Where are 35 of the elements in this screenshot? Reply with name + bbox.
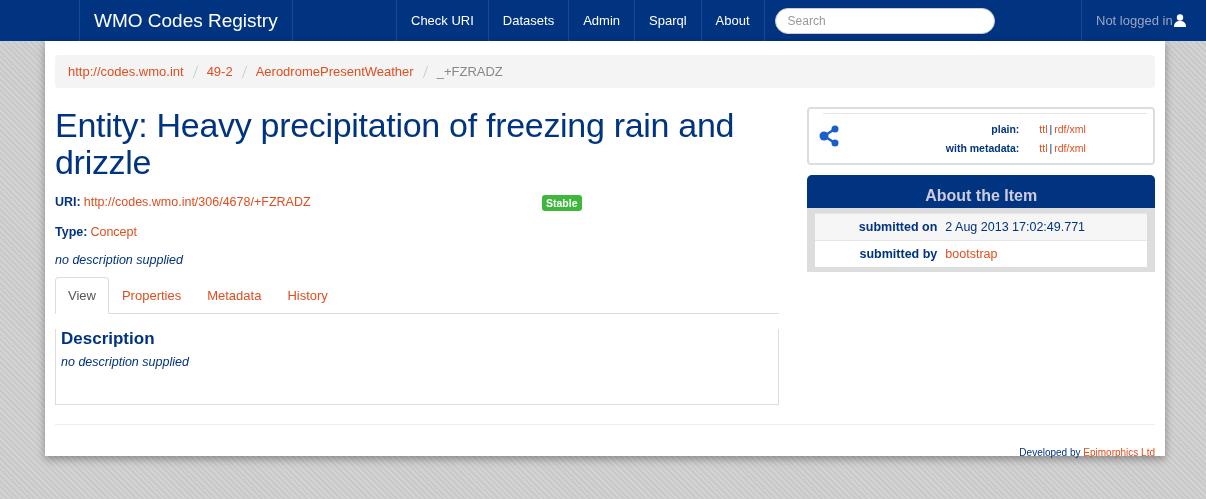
- download-label: plain:: [990, 123, 1020, 135]
- format-link[interactable]: rdf/xml: [1054, 142, 1086, 154]
- entity-title: Entity: Heavy precipitation of freezing rain and drizzle: [55, 107, 736, 181]
- login-status: Not logged in: [1096, 13, 1173, 28]
- row-label: submitted by: [858, 247, 938, 261]
- footer-credit: Developed by Epimorphics Ltd: [1019, 447, 1155, 458]
- search-field[interactable]: Search: [774, 8, 995, 34]
- breadcrumb-current: _+FZRADZ: [436, 64, 503, 79]
- footer-link[interactable]: Epimorphics Ltd: [1083, 447, 1155, 458]
- format-link[interactable]: rdf/xml: [1054, 123, 1086, 135]
- row-value: 2 Aug 2013 17:02:49.771: [945, 220, 1087, 234]
- separator-text: |: [1049, 142, 1053, 154]
- panel-header: About the Item: [807, 175, 1155, 208]
- tab[interactable]: Properties: [108, 277, 195, 314]
- breadcrumb-link[interactable]: AerodromePresentWeather: [255, 64, 414, 79]
- type-link[interactable]: Concept: [90, 225, 137, 239]
- uri-link[interactable]: http://codes.wmo.int/306/4678/+FZRADZ: [83, 195, 311, 209]
- breadcrumb-link[interactable]: 49-2: [206, 64, 233, 79]
- separator-text: |: [1049, 123, 1053, 135]
- format-link[interactable]: ttl: [1039, 142, 1048, 154]
- description-text: no description supplied: [61, 355, 191, 369]
- row-label: submitted on: [857, 220, 938, 234]
- entity-description: no description supplied: [55, 253, 185, 267]
- download-label: with metadata:: [944, 142, 1020, 154]
- format-link[interactable]: ttl: [1039, 123, 1048, 135]
- tab[interactable]: Metadata: [194, 277, 275, 314]
- user-icon[interactable]: [1173, 14, 1186, 27]
- tab[interactable]: History: [274, 277, 341, 314]
- submitter-link[interactable]: bootstrap: [945, 247, 1147, 261]
- field-label: URI:: [55, 195, 81, 209]
- breadcrumb-link[interactable]: http://codes.wmo.int: [68, 64, 184, 79]
- status-badge: Stable: [542, 195, 582, 211]
- tab[interactable]: View: [55, 277, 109, 314]
- section-heading: Description: [61, 329, 156, 349]
- field-label: Type:: [55, 225, 88, 239]
